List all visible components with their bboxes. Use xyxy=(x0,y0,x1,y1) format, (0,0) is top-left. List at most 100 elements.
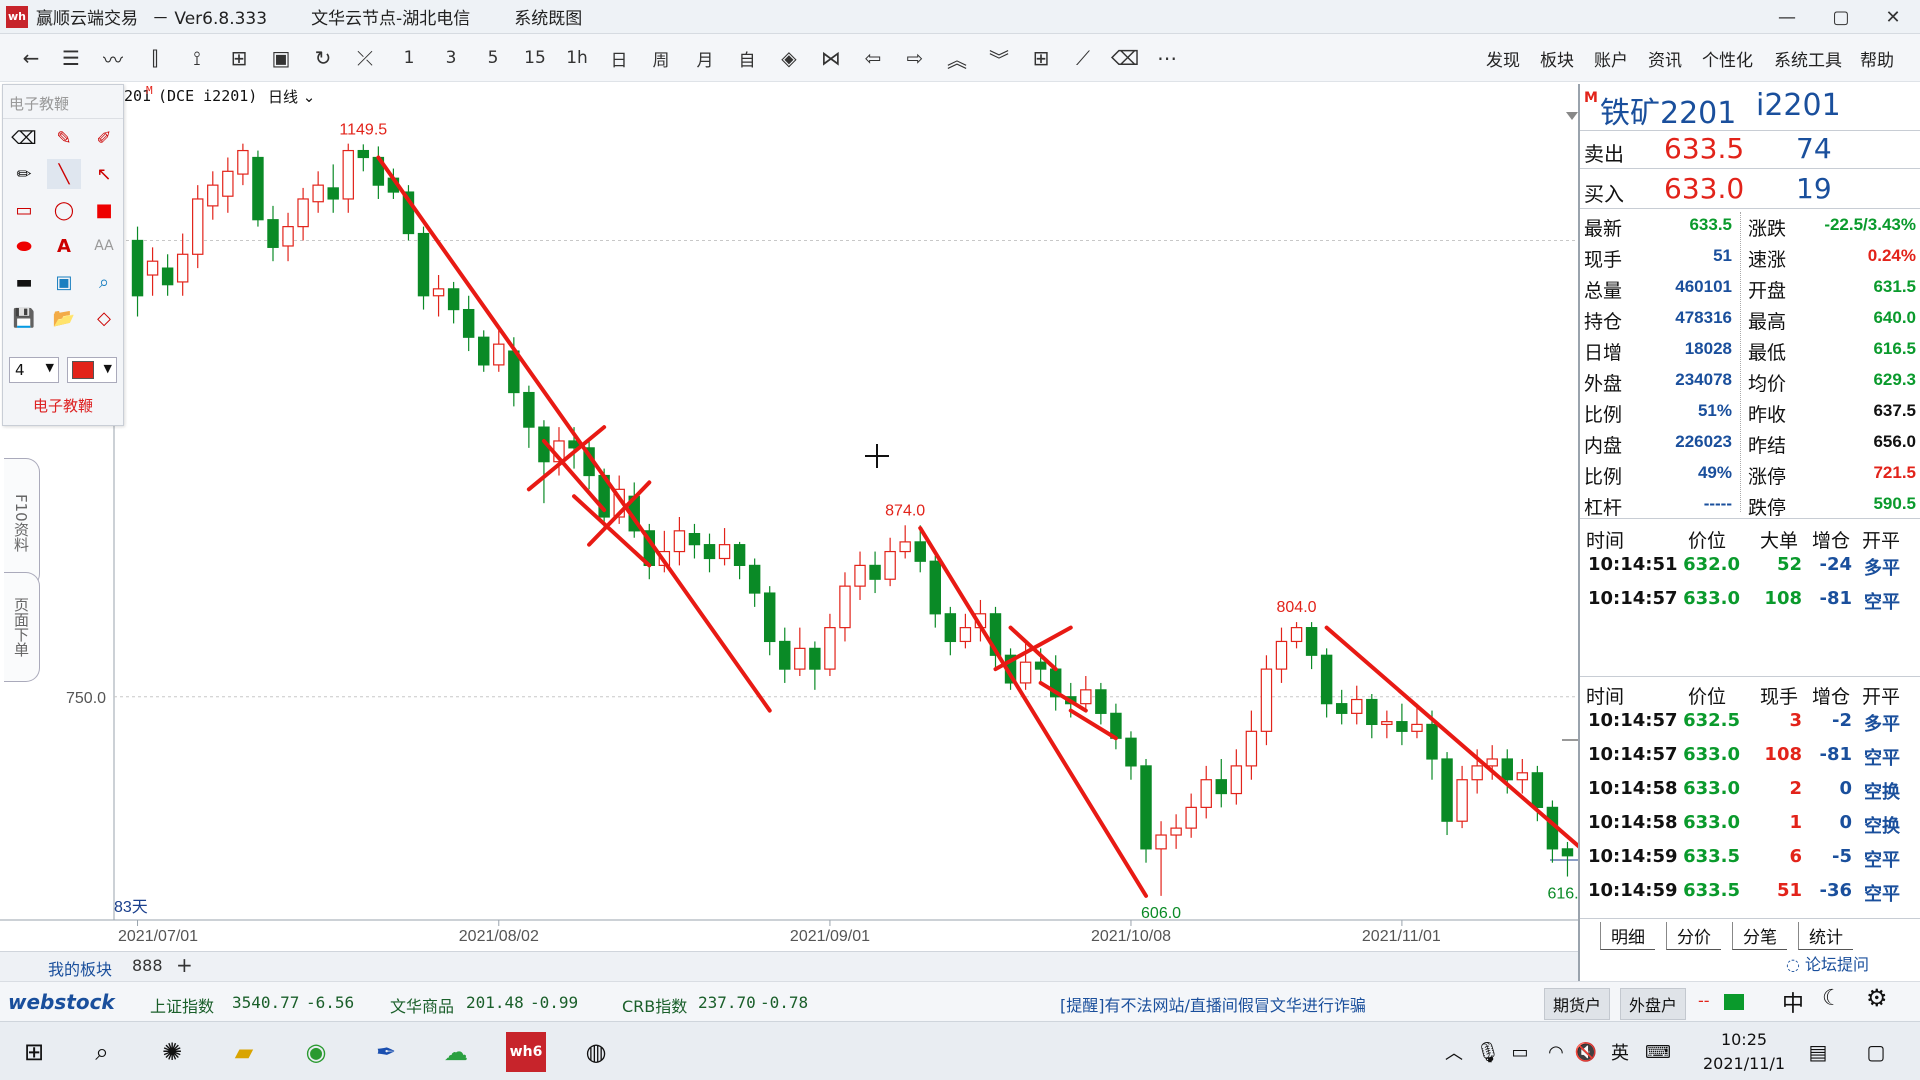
clock-time[interactable]: 10:25 xyxy=(1684,1030,1804,1049)
cell-time: 10:14:58 xyxy=(1588,812,1678,833)
list-icon[interactable]: ☰ xyxy=(56,42,86,74)
eraser-icon[interactable]: ⌫ xyxy=(1110,42,1140,74)
diamond-eraser-icon[interactable]: ◇ xyxy=(87,303,121,333)
fraud-notice[interactable]: [提醒]有不法网站/直播间假冒文华进行诈骗 xyxy=(1060,992,1366,1016)
period-week[interactable]: 周 xyxy=(646,42,676,74)
pen-app-icon[interactable]: ✒ xyxy=(366,1032,406,1072)
tick-tab[interactable]: 明细 xyxy=(1600,922,1655,950)
pencil-tool-icon[interactable]: ✏ xyxy=(7,159,41,189)
tab-code[interactable]: 888 xyxy=(132,956,163,975)
add-tab-button[interactable]: + xyxy=(176,953,193,977)
tick-tab[interactable]: 分笔 xyxy=(1732,922,1787,950)
open-folder-icon[interactable]: 📂 xyxy=(47,303,81,333)
menu-news[interactable]: 资讯 xyxy=(1648,46,1682,71)
period-15min[interactable]: 15 xyxy=(520,42,550,74)
side-tab-f10[interactable]: F10资料 xyxy=(4,458,40,588)
wenhua-app-icon[interactable]: wh6 xyxy=(506,1032,546,1072)
refresh-icon[interactable]: ↻ xyxy=(308,42,338,74)
input-lang[interactable]: 英 xyxy=(1600,1032,1640,1072)
pen-tool-icon[interactable]: ✎ xyxy=(47,123,81,153)
period-1min[interactable]: 1 xyxy=(394,42,424,74)
ellipse-tool-icon[interactable]: ◯ xyxy=(47,195,81,225)
filled-rect-tool-icon[interactable]: ■ xyxy=(87,195,121,225)
scroll-left-icon[interactable]: ⇦ xyxy=(858,42,888,74)
down-icon[interactable]: ︾ xyxy=(984,42,1014,74)
draw-line-icon[interactable]: ⟋ xyxy=(1068,42,1098,74)
scroll-right-icon[interactable]: ⇨ xyxy=(900,42,930,74)
keyboard-icon[interactable]: ⌨ xyxy=(1638,1032,1678,1072)
candlestick-chart[interactable]: 750.0 2021/07/01 2021/08/02 2021/09/01 2021/… xyxy=(0,112,1578,951)
indicator-icon[interactable]: ⟟ xyxy=(182,42,212,74)
candle xyxy=(1080,676,1092,711)
menu-personalize[interactable]: 个性化 xyxy=(1702,46,1753,71)
candle-body xyxy=(1125,737,1137,767)
side-tab-order[interactable]: 页面下单 xyxy=(4,572,40,682)
ime-indicator[interactable]: 中 xyxy=(1782,986,1804,1018)
feedback-link[interactable]: ◌ 论坛提问 xyxy=(1786,951,1869,981)
menu-account[interactable]: 账户 xyxy=(1594,46,1628,71)
settings-gear-icon[interactable]: ⚙ xyxy=(1866,984,1888,1012)
font-size-tool-icon[interactable]: AA xyxy=(87,231,121,261)
candle xyxy=(1110,703,1122,750)
line-chart-icon[interactable]: 〰 xyxy=(98,42,128,74)
close-button[interactable]: ✕ xyxy=(1866,0,1920,34)
period-month[interactable]: 月 xyxy=(690,42,720,74)
tick-tab[interactable]: 分价 xyxy=(1666,922,1721,950)
save-drawing-icon[interactable]: 💾 xyxy=(7,303,41,333)
cross-line-icon[interactable]: ⤫ xyxy=(350,42,380,74)
menu-system-tools[interactable]: 系统工具 xyxy=(1774,46,1842,71)
line-tool-icon[interactable]: ╲ xyxy=(47,159,81,189)
arrow-tool-icon[interactable]: ↖ xyxy=(87,159,121,189)
window-icon[interactable]: ⊞ xyxy=(224,42,254,74)
period-5min[interactable]: 5 xyxy=(478,42,508,74)
minimize-button[interactable]: — xyxy=(1760,0,1814,34)
text-tool-icon[interactable]: A xyxy=(47,231,81,261)
filled-ellipse-tool-icon[interactable]: ⬬ xyxy=(7,231,41,261)
black-line-tool-icon[interactable]: ▬ xyxy=(7,267,41,297)
notification-icon[interactable]: ▢ xyxy=(1856,1032,1896,1072)
candle xyxy=(357,144,370,172)
candle-icon[interactable]: ⫿ xyxy=(140,42,170,74)
line-width-select[interactable]: 4 ▼ xyxy=(9,357,59,383)
wechat-icon[interactable]: ☁ xyxy=(436,1032,476,1072)
save-icon[interactable]: ▣ xyxy=(266,42,296,74)
candle xyxy=(1320,648,1333,718)
maximize-button[interactable]: ▢ xyxy=(1814,0,1868,34)
file-explorer-icon[interactable]: ▰ xyxy=(224,1032,264,1072)
foreign-account-button[interactable]: 外盘户 xyxy=(1620,988,1687,1020)
period-1h[interactable]: 1h xyxy=(562,42,592,74)
notepad-icon[interactable]: ▤ xyxy=(1798,1032,1838,1072)
rect-tool-icon[interactable]: ▭ xyxy=(7,195,41,225)
menu-discover[interactable]: 发现 xyxy=(1486,46,1520,71)
table-row: 10:14:57 633.0 108 -81 空平 xyxy=(1580,582,1920,616)
zoom-out-icon[interactable]: ⋈ xyxy=(816,42,846,74)
layout-icon[interactable]: ⊞ xyxy=(1026,42,1056,74)
period-3min[interactable]: 3 xyxy=(436,42,466,74)
menu-sector[interactable]: 板块 xyxy=(1540,46,1574,71)
zoom-in-icon[interactable]: ◈ xyxy=(774,42,804,74)
app-swirl-icon[interactable]: ✺ xyxy=(152,1032,192,1072)
eraser-tool-icon[interactable]: ⌫ xyxy=(7,123,41,153)
battery-icon[interactable]: ▭ xyxy=(1500,1032,1540,1072)
clock-date[interactable]: 2021/11/1 xyxy=(1684,1054,1804,1073)
browser-icon[interactable]: ◉ xyxy=(296,1032,336,1072)
highlighter-tool-icon[interactable]: ✐ xyxy=(87,123,121,153)
more-icon[interactable]: ⋯ xyxy=(1152,42,1182,74)
back-icon[interactable]: ← xyxy=(16,42,46,74)
screen-tool-icon[interactable]: ▣ xyxy=(47,267,81,297)
period-custom[interactable]: 自 xyxy=(732,42,762,74)
tick-tab[interactable]: 统计 xyxy=(1798,922,1853,950)
obs-icon[interactable]: ◍ xyxy=(576,1032,616,1072)
main-toolbar: ← ☰ 〰 ⫿ ⟟ ⊞ ▣ ↻ ⤫ 1 3 5 15 1h 日 周 月 自 ◈ … xyxy=(0,34,1920,82)
magnifier-icon[interactable]: ⌕ xyxy=(87,267,121,297)
windows-start-icon[interactable]: ⊞ xyxy=(14,1032,54,1072)
futures-account-button[interactable]: 期货户 xyxy=(1544,988,1611,1020)
moon-icon[interactable]: ☾ xyxy=(1822,986,1842,1011)
period-selector[interactable]: 日线 ⌄ xyxy=(268,86,315,107)
period-day[interactable]: 日 xyxy=(604,42,634,74)
search-icon[interactable]: ⌕ xyxy=(82,1032,122,1072)
color-select[interactable]: ▼ xyxy=(67,357,117,383)
menu-help[interactable]: 帮助 xyxy=(1860,46,1894,71)
tab-my-sector[interactable]: 我的板块 xyxy=(48,956,112,980)
up-icon[interactable]: ︽ xyxy=(942,42,972,74)
